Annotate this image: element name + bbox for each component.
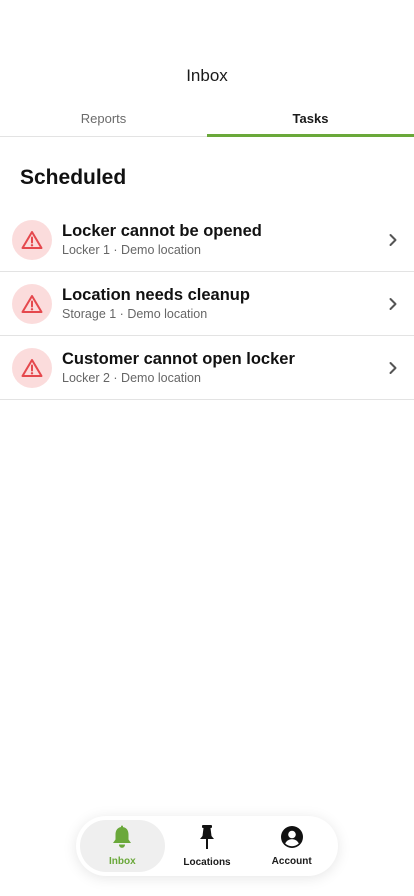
nav-label-locations: Locations [183, 857, 231, 868]
task-text: Locker cannot be opened Locker 1 · Demo … [62, 221, 378, 258]
task-item[interactable]: Location needs cleanup Storage 1 · Demo … [0, 272, 414, 336]
tab-bar: Reports Tasks [0, 100, 414, 137]
task-text: Location needs cleanup Storage 1 · Demo … [62, 285, 378, 322]
bottom-nav: Inbox Locations Account [76, 816, 338, 876]
nav-label-inbox: Inbox [109, 856, 136, 867]
task-subtitle: Locker 1 · Demo location [62, 243, 201, 257]
chevron-right-icon [378, 361, 408, 375]
task-title: Locker cannot be opened [62, 222, 262, 240]
nav-label-account: Account [271, 856, 312, 867]
bell-icon [111, 825, 133, 854]
nav-item-account[interactable]: Account [249, 820, 334, 872]
task-title: Location needs cleanup [62, 286, 250, 304]
task-item[interactable]: Locker cannot be opened Locker 1 · Demo … [0, 208, 414, 272]
task-item[interactable]: Customer cannot open locker Locker 2 · D… [0, 336, 414, 400]
warning-icon [12, 283, 52, 324]
tab-reports[interactable]: Reports [0, 100, 207, 136]
task-subtitle: Storage 1 · Demo location [62, 307, 208, 321]
section-title: Scheduled [20, 166, 127, 189]
account-icon [280, 825, 304, 854]
tab-tasks[interactable]: Tasks [207, 100, 414, 137]
task-text: Customer cannot open locker Locker 2 · D… [62, 349, 378, 386]
nav-item-locations[interactable]: Locations [165, 820, 250, 872]
task-list: Locker cannot be opened Locker 1 · Demo … [0, 208, 414, 400]
nav-item-inbox[interactable]: Inbox [80, 820, 165, 872]
inbox-screen: Inbox Reports Tasks Scheduled Locker can… [0, 0, 414, 896]
chevron-right-icon [378, 297, 408, 311]
task-title: Customer cannot open locker [62, 350, 295, 368]
page-title: Inbox [186, 66, 228, 85]
pin-icon [196, 824, 218, 855]
chevron-right-icon [378, 233, 408, 247]
warning-icon [12, 219, 52, 260]
task-subtitle: Locker 2 · Demo location [62, 371, 201, 385]
warning-icon [12, 347, 52, 388]
